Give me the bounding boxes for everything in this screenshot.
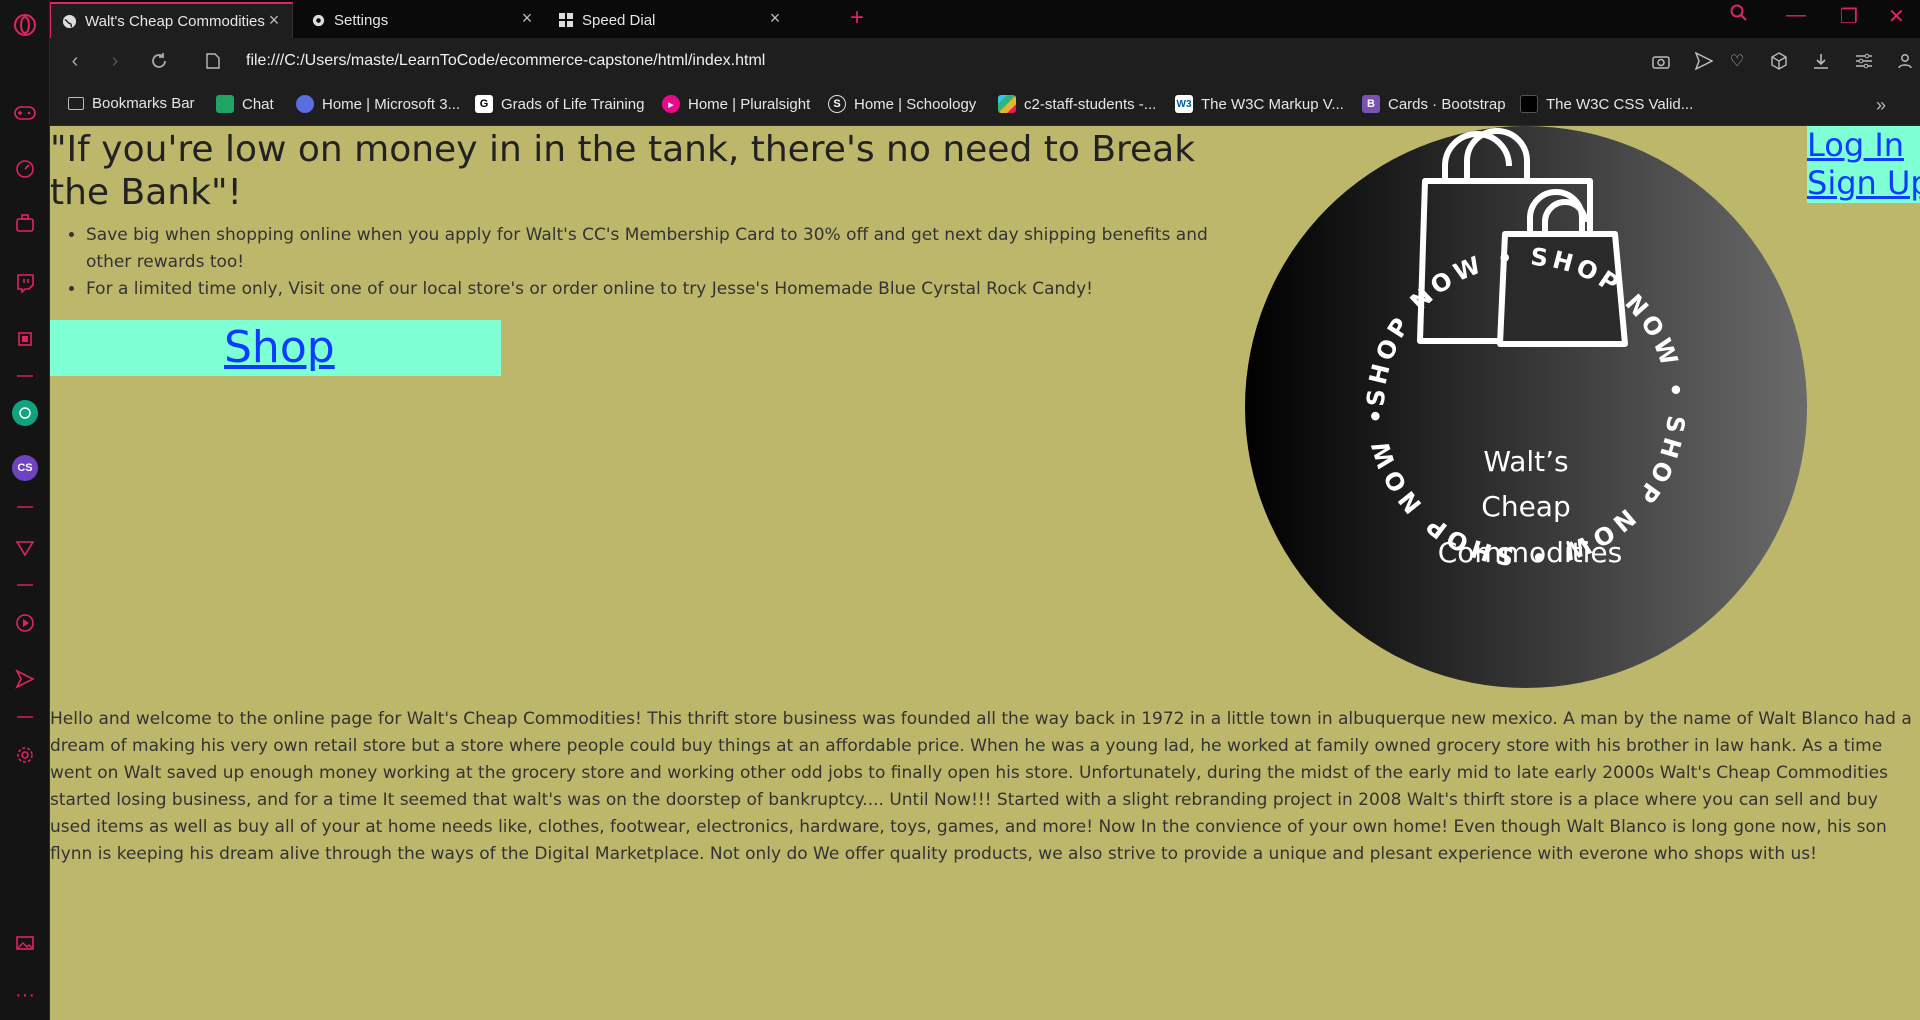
logo-line-2: Cheap <box>1481 490 1570 523</box>
cube-icon[interactable] <box>1768 50 1790 72</box>
more-options-icon[interactable]: ··· <box>12 982 38 1008</box>
bookmark-schoology[interactable]: S Home | Schoology <box>828 95 976 113</box>
bookmark-w3c-css[interactable]: The W3C CSS Valid... <box>1520 95 1693 113</box>
bookmark-grads-of-life[interactable]: G Grads of Life Training <box>475 95 644 113</box>
bootstrap-icon: B <box>1362 95 1380 113</box>
opera-logo-icon[interactable] <box>12 12 38 38</box>
tab-speed-dial[interactable]: Speed Dial × <box>548 2 793 38</box>
list-item: For a limited time only, Visit one of ou… <box>86 276 1236 303</box>
tab-settings[interactable]: Settings × <box>300 2 545 38</box>
tab-strip: Walt's Cheap Commodities × Settings × Sp… <box>50 0 1920 38</box>
send-icon[interactable] <box>12 666 38 692</box>
close-tab-icon[interactable]: × <box>266 11 282 29</box>
sidebar-divider <box>17 716 33 718</box>
store-logo: SHOP NOW • SHOP NOW • SHOP NOW • SHOP NO… <box>1245 126 1807 688</box>
browser-sidebar: CS ··· <box>0 0 50 1020</box>
player-icon[interactable] <box>12 610 38 636</box>
heart-icon[interactable]: ♡ <box>1726 50 1748 72</box>
sidebar-divider <box>17 506 33 508</box>
list-item: Save big when shopping online when you a… <box>86 222 1236 276</box>
reload-icon[interactable] <box>146 48 172 74</box>
bookmark-microsoft-365[interactable]: Home | Microsoft 3... <box>296 95 460 113</box>
more-bookmarks-chevron-icon[interactable]: » <box>1876 95 1886 116</box>
minimize-button[interactable]: — <box>1786 4 1806 27</box>
copilot-icon <box>296 95 314 113</box>
close-window-button[interactable]: ✕ <box>1888 4 1905 29</box>
bookmark-slack[interactable]: c2-staff-students -... <box>998 95 1156 113</box>
easy-setup-icon[interactable] <box>1853 50 1875 72</box>
twitch-icon[interactable] <box>12 270 38 296</box>
bookmark-pluralsight[interactable]: ▸ Home | Pluralsight <box>662 95 810 113</box>
bookmark-bookmarks-bar[interactable]: Bookmarks Bar <box>68 95 195 112</box>
sidebar-divider <box>17 584 33 586</box>
logo-line-3: Commodities <box>1438 536 1623 569</box>
bookmark-w3c-markup[interactable]: W3 The W3C Markup V... <box>1175 95 1344 113</box>
w3c-icon: W3 <box>1175 95 1193 113</box>
globe-icon <box>61 13 77 29</box>
sidebar-divider <box>17 375 33 377</box>
bookmark-chat[interactable]: Chat <box>216 95 274 113</box>
signup-link[interactable]: Sign Up <box>1807 164 1920 202</box>
logo-line-1: Walt’s <box>1483 445 1568 478</box>
cs-app-icon[interactable]: CS <box>12 455 38 481</box>
cpu-icon[interactable] <box>12 326 38 352</box>
g-icon: G <box>475 95 493 113</box>
speedometer-icon[interactable] <box>12 156 38 182</box>
navigation-bar: ‹ › file:///C:/Users/maste/LearnToCode/e… <box>50 38 1920 86</box>
image-icon[interactable] <box>12 930 38 956</box>
send-page-icon[interactable] <box>1693 50 1715 72</box>
shop-box: Shop <box>50 320 501 376</box>
page-viewport: "If you're low on money in in the tank, … <box>50 126 1920 1020</box>
chat-icon <box>216 95 234 113</box>
download-icon[interactable] <box>1810 50 1832 72</box>
file-page-icon <box>200 48 226 74</box>
about-paragraph: Hello and welcome to the online page for… <box>50 709 1912 864</box>
shop-link[interactable]: Shop <box>224 322 335 373</box>
auth-links: Log In Sign Up <box>1807 126 1920 203</box>
new-tab-button[interactable]: + <box>850 4 864 32</box>
search-tabs-icon[interactable] <box>1730 4 1748 28</box>
restore-button[interactable]: ❐ <box>1840 4 1858 29</box>
address-bar[interactable]: file:///C:/Users/maste/LearnToCode/ecomm… <box>246 52 765 70</box>
vivaldi-icon[interactable] <box>12 535 38 561</box>
camera-icon[interactable] <box>1650 50 1672 72</box>
slack-icon <box>998 95 1016 113</box>
tab-label: Walt's Cheap Commodities <box>85 12 265 30</box>
bookmarks-bar: Bookmarks Bar Chat Home | Microsoft 3...… <box>50 86 1920 126</box>
settings-gear-icon[interactable] <box>12 742 38 768</box>
close-tab-icon[interactable]: × <box>519 9 535 27</box>
bookmark-bootstrap[interactable]: B Cards · Bootstrap <box>1362 95 1506 113</box>
close-tab-icon[interactable]: × <box>767 9 783 27</box>
chatgpt-icon[interactable] <box>12 400 38 426</box>
briefcase-icon[interactable] <box>12 210 38 236</box>
tab-walts-cheap-commodities[interactable]: Walt's Cheap Commodities × <box>50 2 293 38</box>
promo-list: Save big when shopping online when you a… <box>86 222 1236 303</box>
page-headline: "If you're low on money in in the tank, … <box>50 129 1196 213</box>
w3c-css-icon <box>1520 95 1538 113</box>
logo-circle <box>1245 126 1807 688</box>
schoology-icon: S <box>828 95 846 113</box>
gear-icon <box>310 12 326 28</box>
tab-label: Speed Dial <box>582 11 656 29</box>
gamepad-icon[interactable] <box>12 100 38 126</box>
login-link[interactable]: Log In <box>1807 126 1920 164</box>
pluralsight-icon: ▸ <box>662 95 680 113</box>
back-arrow-icon[interactable]: ‹ <box>62 48 88 74</box>
forward-arrow-icon[interactable]: › <box>102 48 128 74</box>
grid-icon <box>558 12 574 28</box>
folder-icon <box>68 97 84 110</box>
tab-label: Settings <box>334 11 389 29</box>
profile-icon[interactable] <box>1894 50 1916 72</box>
